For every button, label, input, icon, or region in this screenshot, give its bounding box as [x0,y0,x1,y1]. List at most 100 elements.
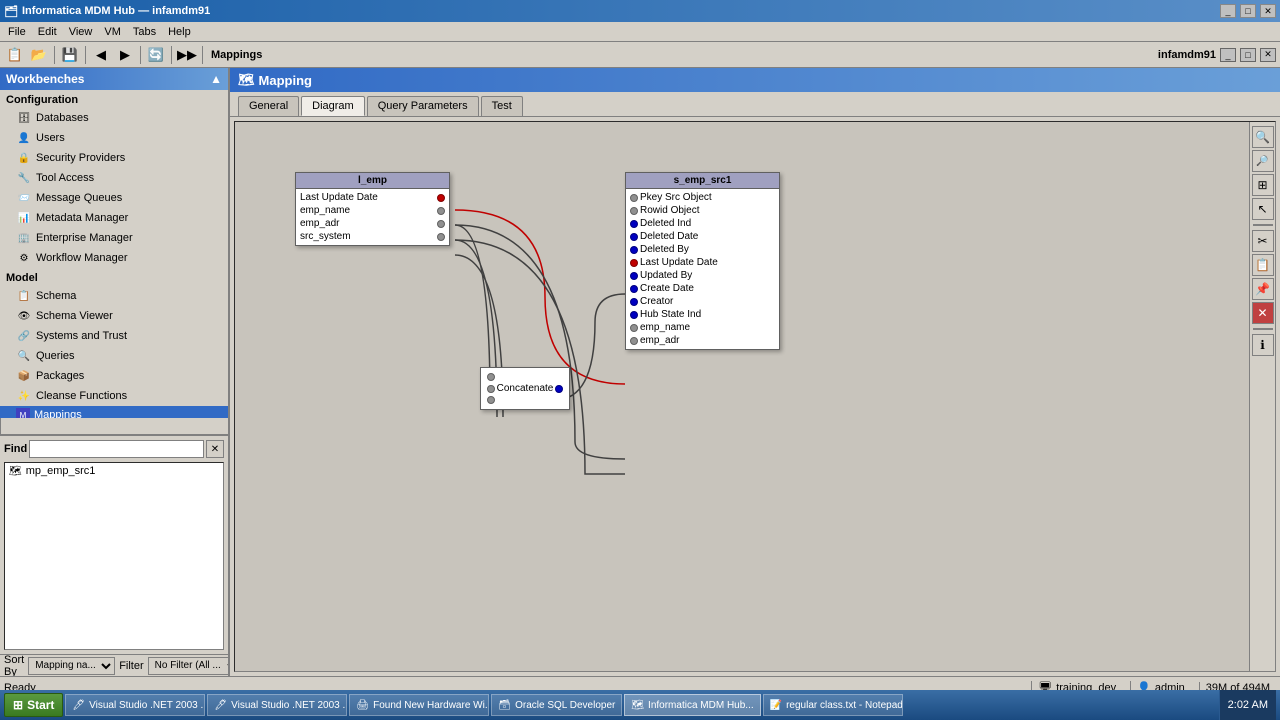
rowid-dot [630,207,638,215]
node-l-emp-header: l_emp [296,173,449,189]
props-icon-btn[interactable]: ℹ [1252,334,1274,356]
zoom-out-icon-btn[interactable]: 🔎 [1252,150,1274,172]
queries-icon: 🔍 [16,348,32,364]
sidebar-item-workflow-manager[interactable]: ⚙ Workflow Manager [0,248,228,268]
menu-edit[interactable]: Edit [32,24,63,40]
hub-state-label: Hub State Ind [640,309,701,320]
deleted-by-dot [630,246,638,254]
tab-query-parameters[interactable]: Query Parameters [367,96,479,116]
sidebar-item-schema-viewer[interactable]: 👁 Schema Viewer [0,306,228,326]
delete-icon-btn[interactable]: ✕ [1252,302,1274,324]
vs1-label: Visual Studio .NET 2003 ... [89,700,205,711]
taskbar-item-notepad[interactable]: 📝 regular class.txt - Notepad [763,694,903,716]
emp-adr-label: emp_adr [300,218,339,229]
window-close-btn[interactable]: ✕ [1260,48,1276,62]
sidebar-label-enterprise-manager: Enterprise Manager [36,232,133,244]
sidebar-item-mappings[interactable]: M Mappings [0,406,228,418]
node-field-concatenate: Concatenate [483,382,567,395]
sidebar-title: Workbenches [6,72,84,86]
sidebar-item-message-queues[interactable]: 📨 Message Queues [0,188,228,208]
find-button[interactable]: ✕ [206,440,224,458]
menu-file[interactable]: File [2,24,32,40]
sidebar-item-users[interactable]: 👤 Users [0,128,228,148]
toolbar-forward-button[interactable]: ▶ [114,44,136,66]
taskbar-item-oracle[interactable]: 🗃 Oracle SQL Developer [491,694,622,716]
window-maximize-btn[interactable]: □ [1240,48,1256,62]
taskbar-item-vs1[interactable]: 🖊 Visual Studio .NET 2003 ... [65,694,205,716]
menu-vm[interactable]: VM [98,24,127,40]
tab-general[interactable]: General [238,96,299,116]
toolbar-right: infamdm91 _ □ ✕ [1158,48,1276,62]
sidebar-item-systems-trust[interactable]: 🔗 Systems and Trust [0,326,228,346]
sidebar-collapse-icon[interactable]: ▲ [210,72,222,86]
start-button[interactable]: ⊞ Start [4,693,63,717]
taskbar-item-vs2[interactable]: 🖊 Visual Studio .NET 2003 ... [207,694,347,716]
section-configuration: Configuration [0,90,228,108]
sort-select[interactable]: Mapping na... [28,657,115,675]
s-emp-name-dot [630,324,638,332]
schema-viewer-icon: 👁 [16,308,32,324]
zoom-in-icon-btn[interactable]: 🔍 [1252,126,1274,148]
menu-view[interactable]: View [63,24,99,40]
filter-label: Filter [119,660,143,672]
sidebar-item-schema[interactable]: 📋 Schema [0,286,228,306]
queue-icon: 📨 [16,190,32,206]
tab-test[interactable]: Test [481,96,523,116]
sidebar-item-security-providers[interactable]: 🔒 Security Providers [0,148,228,168]
node-field-last-update-date: Last Update Date [296,191,449,204]
minimize-button[interactable]: _ [1220,4,1236,18]
toolbar-run-button[interactable]: ▶▶ [176,44,198,66]
copy-icon-btn[interactable]: 📋 [1252,254,1274,276]
taskbar: ⊞ Start 🖊 Visual Studio .NET 2003 ... 🖊 … [0,690,1280,720]
toolbar-save-button[interactable]: 💾 [59,44,81,66]
tab-diagram[interactable]: Diagram [301,96,365,116]
node-concatenate: Concatenate [480,367,570,410]
filter-select[interactable]: No Filter (All ... [148,657,230,675]
taskbar-clock: 2:02 AM [1228,699,1268,711]
sidebar-label-metadata-manager: Metadata Manager [36,212,128,224]
packages-icon: 📦 [16,368,32,384]
mapping-icon: 🗺 [9,466,22,477]
sidebar-item-tool-access[interactable]: 🔧 Tool Access [0,168,228,188]
node-field-src-system: src_system [296,230,449,243]
toolbar-new-button[interactable]: 📋 [4,44,26,66]
sidebar-item-metadata-manager[interactable]: 📊 Metadata Manager [0,208,228,228]
maximize-button[interactable]: □ [1240,4,1256,18]
find-tree-item-mp-emp-src1[interactable]: 🗺 mp_emp_src1 [5,463,223,479]
title-bar-left: 🗂 Informatica MDM Hub — infamdm91 [4,5,210,18]
taskbar-item-hw[interactable]: 🖨 Found New Hardware Wi... [349,694,489,716]
close-button[interactable]: ✕ [1260,4,1276,18]
window-minimize-btn[interactable]: _ [1220,48,1236,62]
deleted-by-label: Deleted By [640,244,689,255]
taskbar-item-mdm[interactable]: 🗺 Informatica MDM Hub... [624,694,760,716]
sidebar-scrollbar[interactable] [0,418,16,434]
menu-tabs[interactable]: Tabs [127,24,162,40]
sidebar: Workbenches ▲ Configuration 🗄 Databases … [0,68,230,676]
content-area: 🗺 Mapping General Diagram Query Paramete… [230,68,1280,676]
toolbar-refresh-button[interactable]: 🔄 [145,44,167,66]
zoom-fit-icon-btn[interactable]: ⊞ [1252,174,1274,196]
sidebar-item-queries[interactable]: 🔍 Queries [0,346,228,366]
taskbar-right: 2:02 AM [1219,690,1276,720]
main-layout: Workbenches ▲ Configuration 🗄 Databases … [0,68,1280,676]
cut-icon-btn[interactable]: ✂ [1252,230,1274,252]
sidebar-item-enterprise-manager[interactable]: 🏢 Enterprise Manager [0,228,228,248]
node-s-emp-src1: s_emp_src1 Pkey Src Object Rowid Object [625,172,780,350]
mapping-header-title: Mapping [259,73,312,88]
find-input[interactable] [29,440,204,458]
node-field-rowid: Rowid Object [626,204,779,217]
sidebar-label-security-providers: Security Providers [36,152,125,164]
rowid-label: Rowid Object [640,205,699,216]
sidebar-label-schema: Schema [36,290,76,302]
toolbar-open-button[interactable]: 📂 [28,44,50,66]
emp-name-dot [437,207,445,215]
sidebar-item-packages[interactable]: 📦 Packages [0,366,228,386]
menu-help[interactable]: Help [162,24,197,40]
sidebar-item-databases[interactable]: 🗄 Databases [0,108,228,128]
select-icon-btn[interactable]: ↖ [1252,198,1274,220]
paste-icon-btn[interactable]: 📌 [1252,278,1274,300]
toolbar-back-button[interactable]: ◀ [90,44,112,66]
app-title: Informatica MDM Hub — infamdm91 [22,5,210,17]
sort-label: Sort By [4,654,24,677]
sidebar-item-cleanse-functions[interactable]: ✨ Cleanse Functions [0,386,228,406]
